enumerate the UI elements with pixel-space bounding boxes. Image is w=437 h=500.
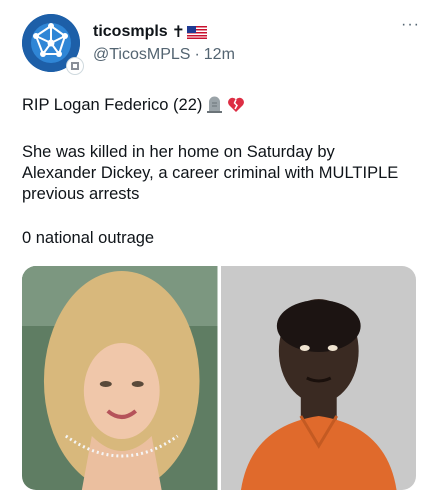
media-grid bbox=[22, 266, 416, 490]
portrait-photo-right bbox=[220, 266, 416, 490]
cross-icon: ✝ bbox=[171, 24, 186, 41]
broken-heart-icon bbox=[227, 96, 245, 119]
photo-right[interactable] bbox=[220, 266, 416, 490]
tweet-line-3: 0 national outrage bbox=[22, 229, 155, 247]
display-name[interactable]: ticosmpls bbox=[93, 23, 168, 41]
photo-left[interactable] bbox=[22, 266, 218, 490]
us-flag-icon bbox=[187, 25, 208, 39]
tweet-line-1-text: RIP Logan Federico (22) bbox=[22, 96, 203, 114]
tweet-line-2: She was killed in her home on Saturday b… bbox=[22, 143, 399, 203]
timestamp[interactable]: 12m bbox=[204, 46, 235, 64]
tweet-line-1: RIP Logan Federico (22) bbox=[22, 95, 422, 119]
tweet-text: RIP Logan Federico (22) She was killed i… bbox=[22, 95, 422, 272]
tweet-header: ticosmpls ✝ @TicosMPLS · 12m bbox=[93, 21, 425, 64]
separator: · bbox=[194, 46, 200, 63]
affiliate-badge-icon bbox=[66, 57, 84, 75]
user-handle[interactable]: @TicosMPLS bbox=[93, 46, 190, 64]
portrait-photo-left bbox=[22, 266, 218, 490]
more-options-button[interactable]: ··· bbox=[401, 17, 420, 33]
headstone-icon bbox=[206, 95, 223, 119]
